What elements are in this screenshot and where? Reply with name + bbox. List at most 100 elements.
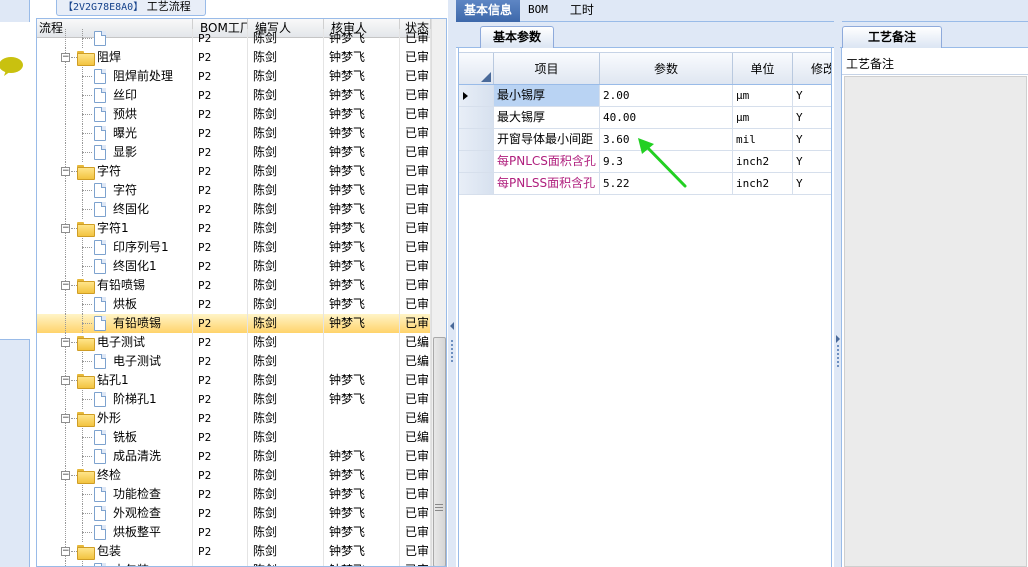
param-row[interactable]: 最大锡厚 40.00 μm Y [459, 107, 831, 129]
param-modify-cell[interactable]: Y [793, 129, 831, 150]
tree-row[interactable]: 成品清洗 P2 陈剑 钟梦飞 已审 [37, 447, 431, 466]
collapse-toggle-icon[interactable]: − [61, 281, 70, 290]
tree-row[interactable]: 功能检查 P2 陈剑 钟梦飞 已审 [37, 485, 431, 504]
tree-node[interactable]: 印序列号1 [37, 238, 193, 257]
collapse-toggle-icon[interactable]: − [61, 414, 70, 423]
tree-node[interactable]: 电子测试 [37, 352, 193, 371]
tree-node[interactable]: 功能检查 [37, 485, 193, 504]
remark-textarea[interactable] [844, 76, 1027, 567]
tree-row[interactable]: − 包装 P2 陈剑 钟梦飞 已审 [37, 542, 431, 561]
tab-work-hours[interactable]: 工时 [556, 0, 602, 22]
collapse-toggle-icon[interactable]: − [61, 53, 70, 62]
tree-node[interactable]: 烘板 [37, 295, 193, 314]
process-flow-tab[interactable]: 【2V2G78E8A0】 工艺流程 [56, 0, 206, 16]
param-value-cell[interactable]: 40.00 [600, 107, 733, 128]
param-row[interactable]: 最小锡厚 2.00 μm Y [459, 85, 831, 107]
row-indicator[interactable] [459, 151, 494, 172]
tree-node[interactable]: 曝光 [37, 124, 193, 143]
tab-basic-params[interactable]: 基本参数 [480, 26, 555, 48]
collapse-toggle-icon[interactable]: − [61, 167, 70, 176]
tree-node[interactable]: − 有铅喷锡 [37, 276, 193, 295]
param-unit-cell[interactable]: μm [733, 85, 793, 106]
tree-row[interactable]: 阶梯孔1 P2 陈剑 钟梦飞 已审 [37, 390, 431, 409]
tab-process-remark[interactable]: 工艺备注 [842, 26, 942, 48]
tree-row[interactable]: − 钻孔1 P2 陈剑 钟梦飞 已审 [37, 371, 431, 390]
tree-node[interactable]: 终固化 [37, 200, 193, 219]
param-value-cell[interactable]: 2.00 [600, 85, 733, 106]
tree-row[interactable]: − 字符 P2 陈剑 钟梦飞 已审 [37, 162, 431, 181]
tree-row[interactable]: 字符 P2 陈剑 钟梦飞 已审 [37, 181, 431, 200]
param-item-cell[interactable]: 最小锡厚 [494, 85, 600, 106]
param-item-cell[interactable]: 每PNLCS面积含孔 [494, 151, 600, 172]
tree-row[interactable]: 外观检查 P2 陈剑 钟梦飞 已审 [37, 504, 431, 523]
collapse-toggle-icon[interactable]: − [61, 224, 70, 233]
tree-node[interactable]: − 外形 [37, 409, 193, 428]
tree-node[interactable]: − 字符1 [37, 219, 193, 238]
tree-node[interactable]: − 包装 [37, 542, 193, 561]
param-modify-cell[interactable]: Y [793, 173, 831, 194]
tree-node[interactable] [37, 29, 193, 48]
tree-node[interactable]: 成品清洗 [37, 447, 193, 466]
tree-row[interactable]: − 字符1 P2 陈剑 钟梦飞 已审 [37, 219, 431, 238]
left-splitter[interactable] [448, 0, 456, 567]
tree-row[interactable]: 预烘 P2 陈剑 钟梦飞 已审 [37, 105, 431, 124]
tree-node[interactable]: 预烘 [37, 105, 193, 124]
tree-node[interactable]: 显影 [37, 143, 193, 162]
tree-row[interactable]: 电子测试 P2 陈剑 已编 [37, 352, 431, 371]
param-modify-cell[interactable]: Y [793, 107, 831, 128]
tree-row[interactable]: − 阻焊 P2 陈剑 钟梦飞 已审 [37, 48, 431, 67]
tree-node[interactable]: 丝印 [37, 86, 193, 105]
tree-node[interactable]: − 终检 [37, 466, 193, 485]
tree-row[interactable]: − 有铅喷锡 P2 陈剑 钟梦飞 已审 [37, 276, 431, 295]
col-header-unit[interactable]: 单位 [733, 53, 793, 84]
tree-scrollbar[interactable] [431, 19, 446, 566]
row-indicator[interactable] [459, 129, 494, 150]
tree-scrollbar-thumb[interactable] [433, 337, 446, 566]
tree-row[interactable]: 内包装 P2陈剑钟梦飞已审 [37, 561, 431, 566]
collapse-toggle-icon[interactable]: − [61, 376, 70, 385]
param-unit-cell[interactable]: mil [733, 129, 793, 150]
param-unit-cell[interactable]: μm [733, 107, 793, 128]
collapse-toggle-icon[interactable]: − [61, 338, 70, 347]
tree-node[interactable]: − 电子测试 [37, 333, 193, 352]
tree-row[interactable]: 曝光 P2 陈剑 钟梦飞 已审 [37, 124, 431, 143]
tree-row[interactable]: − 外形 P2 陈剑 已编 [37, 409, 431, 428]
tree-node[interactable]: 烘板整平 [37, 523, 193, 542]
tree-node[interactable]: 铣板 [37, 428, 193, 447]
tree-node[interactable]: − 阻焊 [37, 48, 193, 67]
col-header-item[interactable]: 项目 [494, 53, 600, 84]
tree-row[interactable]: 烘板 P2 陈剑 钟梦飞 已审 [37, 295, 431, 314]
collapse-left-arrow-icon[interactable] [450, 322, 454, 330]
param-unit-cell[interactable]: inch2 [733, 151, 793, 172]
param-item-cell[interactable]: 每PNLSS面积含孔 [494, 173, 600, 194]
tree-node[interactable]: − 钻孔1 [37, 371, 193, 390]
row-indicator[interactable] [459, 173, 494, 194]
tree-node[interactable]: 内包装 [37, 561, 193, 566]
tree-row[interactable]: P2 陈剑 钟梦飞 已审 [37, 29, 431, 48]
tree-row[interactable]: − 终检 P2 陈剑 钟梦飞 已审 [37, 466, 431, 485]
col-header-modify[interactable]: 修改 [793, 53, 831, 84]
chat-bubble-icon[interactable] [0, 56, 24, 76]
tree-node[interactable]: 阻焊前处理 [37, 67, 193, 86]
tree-row[interactable]: 印序列号1 P2 陈剑 钟梦飞 已审 [37, 238, 431, 257]
tab-bom[interactable]: BOM [520, 0, 556, 22]
tree-row[interactable]: 丝印 P2 陈剑 钟梦飞 已审 [37, 86, 431, 105]
tree-row[interactable]: 烘板整平 P2 陈剑 钟梦飞 已审 [37, 523, 431, 542]
param-modify-cell[interactable]: Y [793, 85, 831, 106]
param-item-cell[interactable]: 开窗导体最小间距 [494, 129, 600, 150]
tree-row[interactable]: 终固化1 P2 陈剑 钟梦飞 已审 [37, 257, 431, 276]
tree-node[interactable]: 阶梯孔1 [37, 390, 193, 409]
tab-basic-info[interactable]: 基本信息 [456, 0, 521, 22]
tree-row[interactable]: 显影 P2 陈剑 钟梦飞 已审 [37, 143, 431, 162]
tree-node[interactable]: 字符 [37, 181, 193, 200]
row-indicator[interactable] [459, 85, 494, 106]
tree-row[interactable]: 有铅喷锡 P2 陈剑 钟梦飞 已审 [37, 314, 431, 333]
select-all-corner[interactable] [459, 53, 494, 84]
collapse-right-arrow-icon[interactable] [836, 335, 840, 343]
collapse-toggle-icon[interactable]: − [61, 547, 70, 556]
tree-node[interactable]: 终固化1 [37, 257, 193, 276]
col-header-value[interactable]: 参数 [600, 53, 733, 84]
param-modify-cell[interactable]: Y [793, 151, 831, 172]
tree-row[interactable]: 阻焊前处理 P2 陈剑 钟梦飞 已审 [37, 67, 431, 86]
tree-row[interactable]: − 电子测试 P2 陈剑 已编 [37, 333, 431, 352]
